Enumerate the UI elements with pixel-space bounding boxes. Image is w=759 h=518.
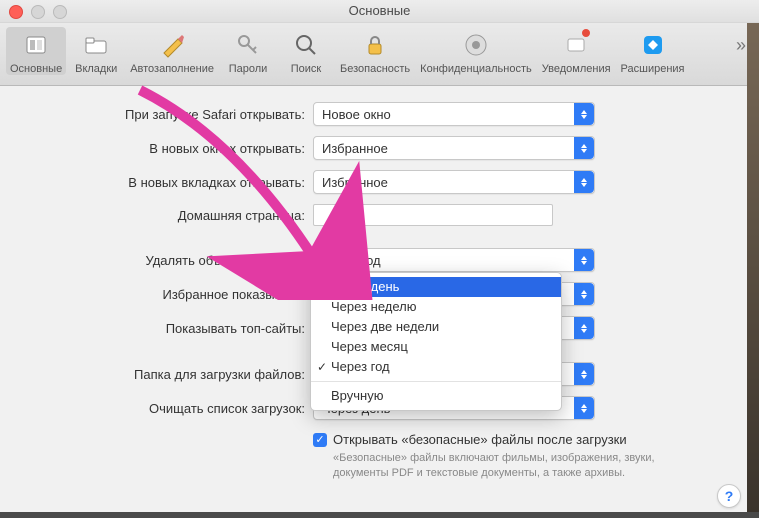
window-title: Основные <box>0 3 759 18</box>
popup-new-windows[interactable]: Избранное <box>313 136 595 160</box>
chevron-updown-icon <box>574 103 594 125</box>
remove-history-menu: Через день Через неделю Через две недели… <box>310 272 562 411</box>
tabs-icon <box>80 29 112 61</box>
search-icon <box>290 29 322 61</box>
popup-new-tabs[interactable]: Избранное <box>313 170 595 194</box>
toolbar-tab-privacy[interactable]: Конфиденциальность <box>416 27 536 75</box>
help-button[interactable]: ? <box>717 484 741 508</box>
lock-icon <box>359 29 391 61</box>
menu-divider <box>311 381 561 382</box>
homepage-field[interactable] <box>313 204 553 226</box>
key-icon <box>232 29 264 61</box>
toolbar-tab-search[interactable]: Поиск <box>278 27 334 75</box>
preferences-window: Основные Основные Вкладки Автозаполнение <box>0 0 759 512</box>
label-new-windows: В новых окнах открывать: <box>30 141 313 156</box>
toolbar-tab-passwords[interactable]: Пароли <box>220 27 276 75</box>
label-favorites-shows: Избранное показывает: <box>30 287 313 302</box>
chevron-updown-icon <box>574 363 594 385</box>
general-pane: При запуске Safari открывать: Новое окно… <box>0 86 759 518</box>
menu-item[interactable]: Через неделю <box>311 297 561 317</box>
safe-files-label: Открывать «безопасные» файлы после загру… <box>333 432 627 447</box>
chevron-updown-icon <box>574 317 594 339</box>
safe-files-help: «Безопасные» файлы включают фильмы, изоб… <box>333 451 693 482</box>
menu-item[interactable]: Через две недели <box>311 317 561 337</box>
label-on-launch: При запуске Safari открывать: <box>30 107 313 122</box>
menu-item[interactable]: Вручную <box>311 386 561 406</box>
label-remove-history: Удалять объекты истории: <box>30 253 313 268</box>
general-icon <box>20 29 52 61</box>
toolbar-tab-autofill[interactable]: Автозаполнение <box>126 27 218 75</box>
chevron-updown-icon <box>574 249 594 271</box>
label-clear-downloads: Очищать список загрузок: <box>30 401 313 416</box>
notifications-icon <box>560 29 592 61</box>
safe-files-checkbox[interactable] <box>313 433 327 447</box>
popup-on-launch[interactable]: Новое окно <box>313 102 595 126</box>
toolbar-label: Уведомления <box>542 63 611 75</box>
toolbar-label: Основные <box>10 63 62 75</box>
toolbar-tab-notifications[interactable]: Уведомления <box>538 27 615 75</box>
label-homepage: Домашняя страница: <box>30 208 313 223</box>
extensions-icon <box>637 29 669 61</box>
menu-item[interactable]: Через день <box>311 277 561 297</box>
toolbar-tab-tabs[interactable]: Вкладки <box>68 27 124 75</box>
safe-files-checkbox-row: Открывать «безопасные» файлы после загру… <box>313 432 729 447</box>
toolbar-tab-general[interactable]: Основные <box>6 27 66 75</box>
toolbar-label: Безопасность <box>340 63 410 75</box>
chevron-updown-icon <box>574 397 594 419</box>
chevron-updown-icon <box>574 171 594 193</box>
label-downloads-folder: Папка для загрузки файлов: <box>30 367 313 382</box>
autofill-icon <box>156 29 188 61</box>
privacy-icon <box>460 29 492 61</box>
toolbar-label: Конфиденциальность <box>420 63 532 75</box>
toolbar-label: Вкладки <box>75 63 117 75</box>
chevron-updown-icon <box>574 283 594 305</box>
label-new-tabs: В новых вкладках открывать: <box>30 175 313 190</box>
menu-item[interactable]: Через год <box>311 357 561 377</box>
toolbar-label: Автозаполнение <box>130 63 214 75</box>
chevron-updown-icon <box>574 137 594 159</box>
menu-item[interactable]: Через месяц <box>311 337 561 357</box>
toolbar-label: Расширения <box>621 63 685 75</box>
toolbar-tab-extensions[interactable]: Расширения <box>617 27 689 75</box>
toolbar-label: Пароли <box>229 63 268 75</box>
label-top-sites: Показывать топ-сайты: <box>30 321 313 336</box>
popup-remove-history[interactable]: Через год <box>313 248 595 272</box>
toolbar-label: Поиск <box>291 63 321 75</box>
toolbar-tab-security[interactable]: Безопасность <box>336 27 414 75</box>
titlebar: Основные <box>0 0 759 23</box>
preferences-toolbar: Основные Вкладки Автозаполнение Пароли П… <box>0 23 759 86</box>
